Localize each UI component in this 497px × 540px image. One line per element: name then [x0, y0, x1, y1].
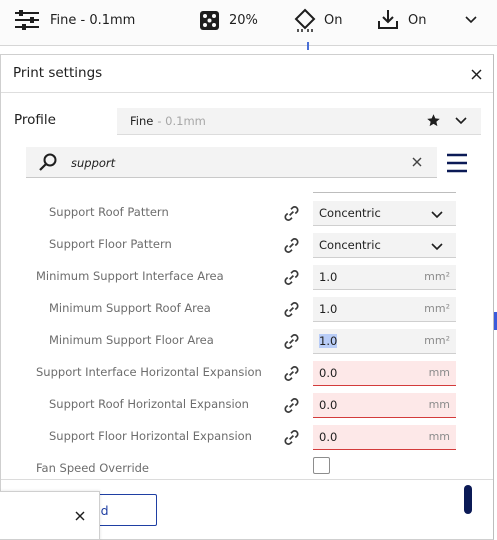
link-icon[interactable]	[282, 428, 301, 447]
support-selector[interactable]: On	[294, 0, 342, 40]
setting-label: Minimum Support Floor Area	[49, 333, 214, 347]
stage-menu-bar: Fine - 0.1mm 20% On On	[0, 0, 497, 50]
settings-search	[26, 147, 437, 178]
profile-name: Fine	[130, 114, 154, 128]
panel-title: Print settings	[13, 65, 103, 81]
panel-close-button[interactable]	[466, 64, 486, 84]
setting-label: Minimum Support Roof Area	[49, 301, 211, 315]
scrollbar-handle[interactable]	[464, 485, 472, 514]
setting-dropdown[interactable]: Concentric	[313, 201, 456, 226]
profile-label: Profile	[14, 112, 56, 128]
setting-label: Minimum Support Interface Area	[36, 269, 224, 283]
setting-row: Minimum Support Floor Area 1.0 mm²	[1, 324, 493, 356]
topbar-indicator	[307, 42, 309, 50]
setting-label: Fan Speed Override	[36, 461, 150, 475]
setting-input[interactable]: 1.0 mm²	[313, 265, 456, 290]
setting-unit: mm	[428, 430, 450, 443]
link-icon[interactable]	[282, 268, 301, 287]
setting-value: 0.0	[319, 430, 338, 444]
profile-selector[interactable]: Fine - 0.1mm	[14, 0, 135, 40]
setting-label: Support Roof Horizontal Expansion	[49, 397, 249, 411]
stage-menu-expand[interactable]	[464, 0, 478, 40]
setting-input[interactable]: 1.0 mm²	[313, 329, 456, 354]
setting-input[interactable]: 0.0 mm	[313, 361, 456, 386]
setting-label: Support Roof Pattern	[49, 205, 169, 219]
adhesion-selector[interactable]: On	[377, 0, 426, 40]
profile-selector-label: Fine - 0.1mm	[50, 12, 136, 28]
close-icon	[471, 69, 481, 79]
setting-unit: mm²	[424, 334, 450, 347]
setting-label: Support Interface Horizontal Expansion	[36, 365, 262, 379]
hamburger-menu-icon[interactable]	[446, 152, 468, 174]
setting-row: Fan Speed Override	[1, 452, 493, 479]
settings-list: Support Roof Pattern Concentric Support Fl…	[1, 187, 493, 479]
setting-value: 1.0	[319, 302, 338, 316]
setting-unit: mm	[428, 398, 450, 411]
link-icon[interactable]	[282, 236, 301, 255]
link-icon[interactable]	[282, 204, 301, 223]
close-icon[interactable]	[73, 509, 87, 523]
search-input[interactable]	[71, 153, 391, 173]
setting-value: 1.0	[319, 270, 338, 284]
print-settings-panel: Print settings Profile Fine - 0.1mm supp…	[0, 54, 494, 540]
infill-icon	[200, 10, 219, 30]
setting-row: Minimum Support Interface Area 1.0 mm²	[1, 260, 493, 292]
infill-selector[interactable]: 20%	[199, 0, 258, 40]
setting-row: Support Floor Pattern Concentric	[1, 228, 493, 260]
setting-label: Support Floor Pattern	[49, 237, 172, 251]
setting-unit: mm	[428, 366, 450, 379]
adhesion-icon	[378, 10, 398, 29]
support-icon	[294, 8, 316, 32]
setting-unit: mm²	[424, 270, 450, 283]
chevron-down-icon	[465, 16, 477, 24]
setting-label: Support Floor Horizontal Expansion	[49, 429, 252, 443]
sliders-icon	[15, 10, 39, 30]
setting-input[interactable]: 1.0 mm²	[313, 297, 456, 322]
setting-input[interactable]: 0.0 mm	[313, 393, 456, 418]
setting-row: Support Floor Horizontal Expansion 0.0 mm	[1, 420, 493, 452]
chevron-down-icon	[430, 239, 444, 258]
footer-divider	[1, 479, 493, 480]
support-value: On	[324, 12, 343, 28]
adhesion-value: On	[408, 12, 427, 28]
setting-row: Support Roof Pattern Concentric	[1, 196, 493, 228]
setting-checkbox[interactable]	[313, 457, 330, 474]
clear-search-icon[interactable]	[409, 154, 425, 170]
profile-dropdown[interactable]: Fine - 0.1mm	[117, 108, 481, 135]
infill-value: 20%	[229, 12, 258, 28]
chevron-down-icon	[455, 117, 467, 125]
setting-value: Concentric	[319, 238, 381, 252]
setting-row: Minimum Support Roof Area 1.0 mm²	[1, 292, 493, 324]
panel-header: Print settings	[1, 55, 493, 93]
link-icon[interactable]	[282, 332, 301, 351]
chevron-down-icon	[430, 207, 444, 226]
setting-row: Support Roof Horizontal Expansion 0.0 mm	[1, 388, 493, 420]
link-icon[interactable]	[282, 300, 301, 319]
setting-dropdown[interactable]: Concentric	[313, 233, 456, 258]
setting-value: 0.0	[319, 366, 338, 380]
notification-toast	[0, 491, 100, 540]
setting-value: Concentric	[319, 206, 381, 220]
setting-row: Support Interface Horizontal Expansion 0.…	[1, 356, 493, 388]
profile-detail: - 0.1mm	[157, 114, 206, 128]
link-icon[interactable]	[282, 364, 301, 383]
setting-input[interactable]: 0.0 mm	[313, 425, 456, 450]
link-icon[interactable]	[282, 396, 301, 415]
setting-unit: mm²	[424, 302, 450, 315]
setting-value: 0.0	[319, 398, 338, 412]
search-icon	[39, 153, 57, 171]
star-icon[interactable]	[426, 113, 441, 128]
setting-value: 1.0	[319, 334, 338, 348]
